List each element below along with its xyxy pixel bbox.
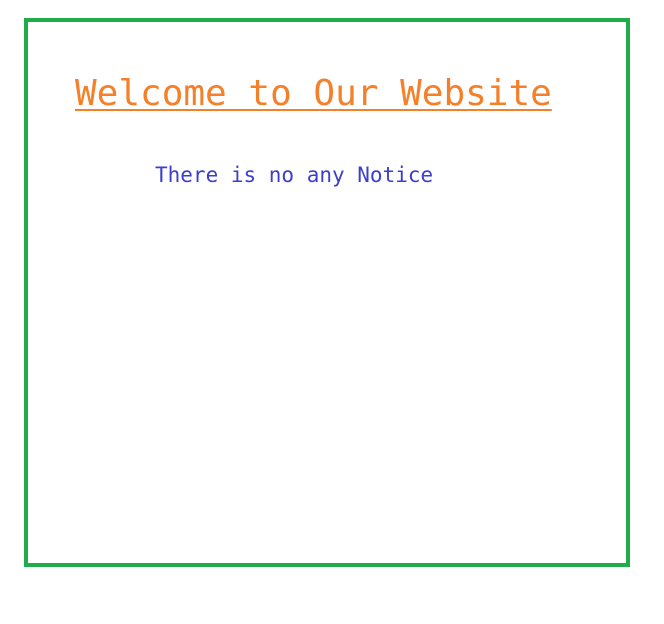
content-frame: Welcome to Our Website There is no any N… [24, 18, 630, 567]
notice-message: There is no any Notice [155, 163, 434, 187]
page-title: Welcome to Our Website [75, 73, 552, 114]
